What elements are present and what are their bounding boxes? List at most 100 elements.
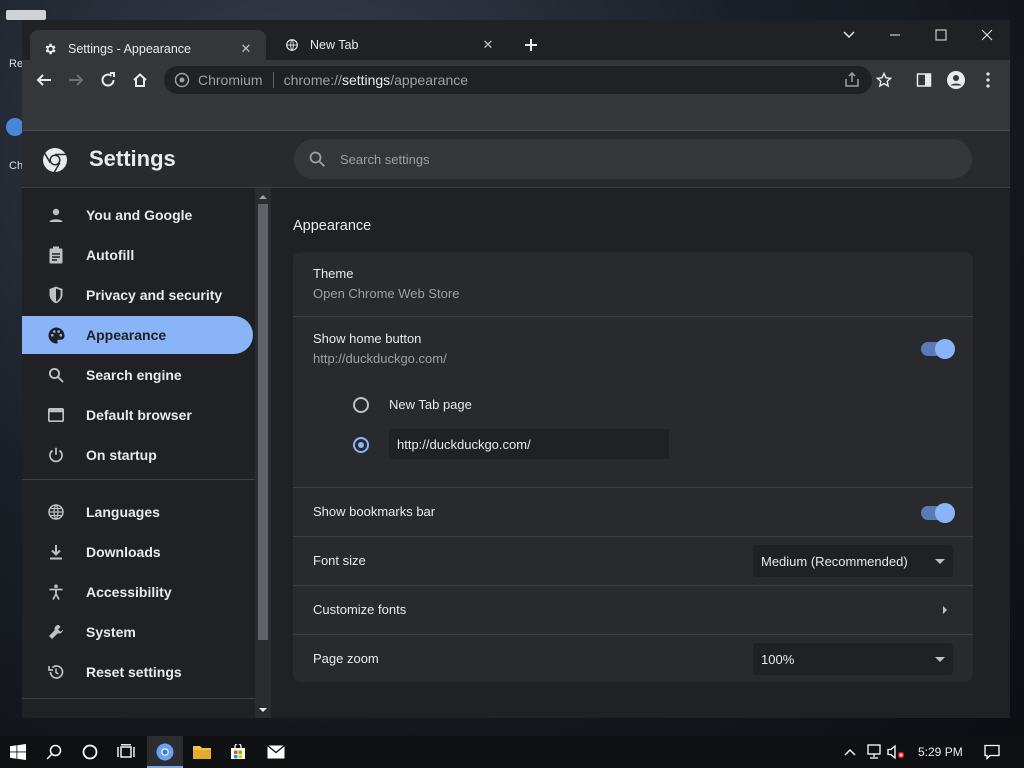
sidebar-divider: [22, 479, 258, 480]
site-info-icon[interactable]: [174, 72, 190, 88]
volume-button[interactable]: [886, 742, 906, 762]
start-button[interactable]: [8, 742, 28, 762]
scroll-down-arrow[interactable]: [258, 705, 268, 715]
taskbar-file-explorer[interactable]: [192, 742, 212, 762]
sidebar-scrollbar[interactable]: [255, 188, 271, 718]
taskbar-mail[interactable]: [266, 742, 286, 762]
sidebar-item-autofill[interactable]: Autofill: [22, 236, 253, 274]
sidebar-item-privacy-and-security[interactable]: Privacy and security: [22, 276, 253, 314]
tab-search-button[interactable]: [826, 20, 872, 50]
sidebar-item-downloads[interactable]: Downloads: [22, 533, 253, 571]
home-url-input[interactable]: [389, 429, 669, 459]
close-window-button[interactable]: [964, 20, 1010, 50]
url-text: chrome://settings/appearance: [284, 72, 468, 88]
search-icon: [46, 744, 62, 760]
volume-muted-icon: [887, 744, 905, 760]
radio-new-tab-page[interactable]: [353, 397, 369, 413]
sidebar-item-label: Downloads: [86, 544, 161, 560]
back-button[interactable]: [32, 68, 56, 92]
search-box[interactable]: [294, 139, 972, 179]
sidebar-item-system[interactable]: System: [22, 613, 253, 651]
bookmarks-bar-row[interactable]: Show bookmarks bar: [293, 488, 973, 537]
search-input[interactable]: [338, 150, 902, 168]
plus-icon: [525, 39, 537, 51]
download-icon: [46, 542, 66, 562]
arrow-right-icon: [69, 74, 84, 86]
close-icon[interactable]: ✕: [480, 37, 496, 53]
toggle-knob: [935, 503, 955, 523]
home-button-sublabel: http://duckduckgo.com/: [313, 351, 447, 366]
new-tab-button[interactable]: [520, 34, 542, 56]
history-icon: [46, 662, 66, 682]
theme-label: Theme: [313, 266, 354, 281]
taskbar-store[interactable]: [228, 742, 248, 762]
forward-button[interactable]: [64, 68, 88, 92]
customize-fonts-row[interactable]: Customize fonts: [293, 586, 973, 635]
sidebar-item-appearance[interactable]: Appearance: [22, 316, 253, 354]
task-view-icon: [117, 744, 135, 758]
bookmarks-bar-toggle[interactable]: [921, 503, 955, 523]
desktop-icon-label: Re: [9, 58, 24, 70]
taskbar-chromium[interactable]: [155, 742, 175, 762]
url-host: settings: [341, 72, 391, 88]
palette-icon: [46, 325, 66, 345]
toolbar: Chromium chrome://settings/appearance: [22, 60, 1010, 100]
clipboard-icon: [46, 245, 66, 265]
share-button[interactable]: [840, 68, 864, 92]
profile-button[interactable]: [944, 68, 968, 92]
maximize-button[interactable]: [918, 20, 964, 50]
cortana-button[interactable]: [80, 742, 100, 762]
tab-title: New Tab: [310, 38, 359, 52]
sidebar-item-label: Autofill: [86, 247, 135, 263]
font-size-select[interactable]: Medium (Recommended): [753, 545, 953, 577]
settings-header: Settings: [22, 131, 1010, 188]
network-button[interactable]: [864, 742, 884, 762]
side-panel-button[interactable]: [912, 68, 936, 92]
page-zoom-value: 100%: [761, 651, 795, 667]
store-icon: [231, 744, 245, 759]
scroll-thumb[interactable]: [258, 204, 268, 640]
sidebar-item-you-and-google[interactable]: You and Google: [22, 196, 253, 234]
menu-button[interactable]: [976, 68, 1000, 92]
customize-fonts-label: Customize fonts: [313, 602, 407, 617]
taskbar-clock[interactable]: 5:29 PM: [918, 745, 963, 759]
globe-icon: [284, 37, 300, 53]
font-size-row: Font size Medium (Recommended): [293, 537, 973, 586]
radio-new-tab-page-label[interactable]: New Tab page: [389, 397, 472, 412]
sidebar-item-on-startup[interactable]: On startup: [22, 436, 253, 474]
close-icon[interactable]: ✕: [238, 41, 254, 57]
search-button[interactable]: [44, 742, 64, 762]
sidebar-item-reset-settings[interactable]: Reset settings: [22, 653, 253, 691]
theme-row[interactable]: Theme Open Chrome Web Store: [293, 252, 973, 317]
desktop-icon[interactable]: [6, 10, 46, 20]
sidebar-item-accessibility[interactable]: Accessibility: [22, 573, 253, 611]
page-zoom-select[interactable]: 100%: [753, 643, 953, 675]
taskbar: 5:29 PM: [0, 736, 1024, 768]
page-zoom-label: Page zoom: [313, 651, 379, 666]
action-center-button[interactable]: [982, 742, 1002, 762]
tab-new-tab[interactable]: New Tab ✕: [272, 30, 508, 60]
minimize-icon: [890, 34, 900, 36]
origin-chip: Chromium: [198, 72, 274, 88]
address-bar[interactable]: Chromium chrome://settings/appearance: [164, 66, 872, 94]
scroll-up-arrow[interactable]: [258, 191, 268, 201]
search-icon: [46, 365, 66, 385]
reload-button[interactable]: [96, 68, 120, 92]
sidebar-item-languages[interactable]: Languages: [22, 493, 253, 531]
sidebar-divider: [22, 698, 258, 699]
task-view-button[interactable]: [116, 742, 136, 762]
sidebar-item-label: Search engine: [86, 367, 182, 383]
bookmark-star-button[interactable]: [872, 68, 896, 92]
power-icon: [46, 445, 66, 465]
sidebar-item-default-browser[interactable]: Default browser: [22, 396, 253, 434]
minimize-button[interactable]: [872, 20, 918, 50]
dropdown-arrow-icon: [935, 558, 945, 564]
home-button-toggle[interactable]: [921, 339, 955, 359]
sidebar-item-search-engine[interactable]: Search engine: [22, 356, 253, 394]
radio-custom-url[interactable]: [353, 437, 369, 453]
person-icon: [46, 205, 66, 225]
home-button[interactable]: [128, 68, 152, 92]
section-title: Appearance: [293, 218, 372, 234]
shield-icon: [46, 285, 66, 305]
show-hidden-icons-button[interactable]: [840, 742, 860, 762]
